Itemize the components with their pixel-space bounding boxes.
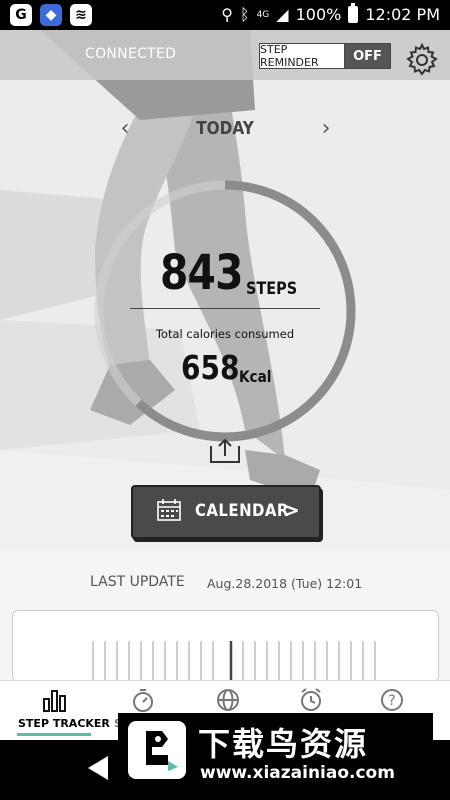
active-tab-indicator [17, 733, 91, 736]
step-reminder-label: STEP REMINDER [260, 43, 345, 69]
tab-step-tracker[interactable]: STEP TRACKER [14, 681, 110, 741]
signal-icon: ◢ [276, 5, 289, 24]
calories-count: 658 [181, 348, 240, 387]
step-reminder-value: OFF [345, 44, 390, 68]
svg-text:?: ? [388, 693, 395, 709]
bar-chart-icon [43, 690, 66, 712]
app-notification-f-icon: ≋ [70, 4, 92, 26]
share-icon[interactable] [208, 438, 242, 464]
globe-icon [217, 689, 239, 711]
notification-icons: G ◆ ≋ [10, 4, 92, 26]
calendar-icon [157, 499, 181, 521]
step-reminder-toggle[interactable]: STEP REMINDER OFF [259, 43, 391, 69]
bird-logo-icon [128, 721, 186, 779]
calories-label: Total calories consumed [155, 327, 295, 341]
network-type: 4G [256, 9, 270, 20]
connection-status: CONNECTED [85, 46, 177, 62]
hourly-activity-chart [92, 641, 376, 681]
step-progress-ring [94, 180, 356, 442]
back-icon[interactable] [88, 756, 108, 780]
status-bar: G ◆ ≋ ⚲ ᛒ 4G ◢ 100% 12:02 PM [0, 0, 450, 30]
chevron-right-icon: > [283, 498, 300, 522]
calendar-button-label: CALENDAR [195, 501, 289, 521]
divider [130, 308, 320, 309]
activity-chart-card[interactable] [12, 610, 439, 682]
location-icon: ⚲ [221, 5, 233, 24]
previous-day-button[interactable]: ‹ [115, 116, 135, 141]
steps-unit: STEPS [246, 279, 298, 299]
watermark-title: 下载鸟资源 [198, 725, 369, 763]
clock: 12:02 PM [365, 5, 440, 24]
last-update-value: Aug.28.2018 (Tue) 12:01 [207, 576, 363, 591]
last-update-label: LAST UPDATE [90, 574, 185, 590]
watermark-url: www.xiazainiao.com [200, 763, 395, 783]
settings-gear-icon[interactable] [404, 42, 440, 78]
watermark-banner: 下载鸟资源 www.xiazainiao.com [118, 713, 433, 788]
steps-count: 843 [160, 245, 243, 301]
date-label: TODAY [196, 118, 254, 139]
battery-icon [348, 3, 359, 23]
next-day-button[interactable]: › [316, 116, 336, 141]
alarm-clock-icon [301, 688, 321, 711]
stopwatch-icon [133, 689, 153, 712]
battery-percent: 100% [295, 5, 342, 24]
calories-unit: Kcal [239, 367, 272, 386]
app-notification-icon: ◆ [40, 4, 62, 26]
bluetooth-icon: ᛒ [239, 5, 250, 24]
help-icon: ? [381, 689, 403, 711]
calendar-button[interactable]: CALENDAR > [131, 485, 321, 539]
app-notification-g-icon: G [10, 4, 32, 26]
